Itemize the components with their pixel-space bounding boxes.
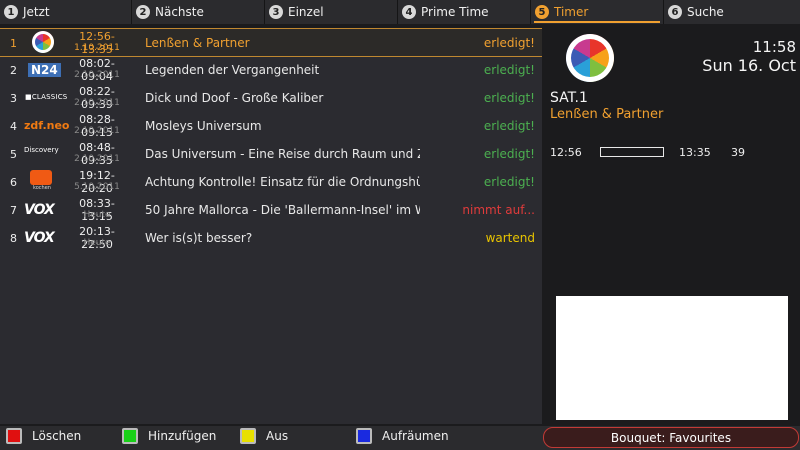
yellow-button[interactable]: Aus bbox=[240, 428, 288, 444]
sat1-logo bbox=[566, 34, 614, 82]
yellow-key-icon bbox=[240, 428, 256, 444]
timer-date: 1.10.2011 bbox=[74, 43, 120, 53]
timer-index: 6 bbox=[10, 176, 17, 189]
info-panel: 11:58 Sun 16. Oct SAT.1 Lenßen & Partner… bbox=[546, 28, 800, 424]
vox-logo: VOX bbox=[24, 230, 55, 246]
clock-date: Sun 16. Oct bbox=[702, 56, 796, 75]
button-bar: Löschen Hinzufügen Aus Aufräumen Bouquet… bbox=[0, 426, 800, 450]
green-button[interactable]: Hinzufügen bbox=[122, 428, 216, 444]
tab-label: Suche bbox=[687, 5, 724, 19]
tab-number-badge: 1 bbox=[4, 5, 18, 19]
timer-row[interactable]: 8 VOX 20:13-22:50 Heute Wer is(s)t besse… bbox=[0, 224, 542, 251]
zdf-neo-logo: zdf.neo bbox=[24, 119, 70, 132]
timer-index: 2 bbox=[10, 64, 17, 77]
timer-title: Dick und Doof - Große Kaliber bbox=[145, 91, 324, 105]
timer-status: erledigt! bbox=[483, 63, 535, 77]
tab-number-badge: 3 bbox=[269, 5, 283, 19]
bouquet-selector[interactable]: Bouquet: Favourites bbox=[543, 427, 799, 448]
timer-status: wartend bbox=[485, 231, 535, 245]
timer-status: erledigt! bbox=[483, 91, 535, 105]
timer-index: 7 bbox=[10, 204, 17, 217]
timer-row[interactable]: 4 zdf.neo 08:28-09:15 2.10.2011 Mosleys … bbox=[0, 112, 542, 139]
tab-number-badge: 6 bbox=[668, 5, 682, 19]
timer-status: erledigt! bbox=[483, 119, 535, 133]
timer-title: Mosleys Universum bbox=[145, 119, 262, 133]
n24-logo: N24 bbox=[24, 58, 64, 80]
discovery-logo: Discovery bbox=[24, 146, 59, 154]
timer-row[interactable]: 5 Discovery 08:48-09:35 2.10.2011 Das Un… bbox=[0, 140, 542, 167]
button-label: Aufräumen bbox=[382, 429, 449, 443]
timer-date: 2.10.2011 bbox=[74, 126, 120, 136]
active-tab-indicator bbox=[534, 21, 660, 23]
tab-label: Prime Time bbox=[421, 5, 489, 19]
sat1-logo bbox=[24, 31, 64, 53]
programme-end: 13:35 bbox=[679, 146, 711, 159]
clock-time: 11:58 bbox=[752, 38, 796, 56]
video-preview bbox=[556, 296, 788, 420]
tab-jetzt[interactable]: 1 Jetzt bbox=[0, 0, 50, 24]
timer-row[interactable]: 3 ■CLASSICS 08:22-09:39 2.10.2011 Dick u… bbox=[0, 84, 542, 111]
timer-date: 5.10.2011 bbox=[74, 182, 120, 192]
tab-label: Timer bbox=[554, 5, 589, 19]
tab-label: Nächste bbox=[155, 5, 204, 19]
tab-bar: 1 Jetzt 2 Nächste 3 Einzel 4 Prime Time … bbox=[0, 0, 800, 24]
timer-title: Wer is(s)t besser? bbox=[145, 231, 253, 245]
red-button[interactable]: Löschen bbox=[6, 428, 81, 444]
timer-title: 50 Jahre Mallorca - Die 'Ballermann-Inse… bbox=[145, 203, 420, 217]
button-label: Löschen bbox=[32, 429, 82, 443]
tab-prime-time[interactable]: 4 Prime Time bbox=[398, 0, 489, 24]
timer-status: erledigt! bbox=[483, 36, 535, 50]
programme-title: Lenßen & Partner bbox=[550, 107, 664, 122]
programme-progress-bar bbox=[600, 147, 664, 157]
tab-label: Einzel bbox=[288, 5, 324, 19]
green-key-icon bbox=[122, 428, 138, 444]
tab-naechste[interactable]: 2 Nächste bbox=[132, 0, 204, 24]
timer-row[interactable]: 6 kochen 19:12-20:20 5.10.2011 Achtung K… bbox=[0, 168, 542, 195]
button-label: Hinzufügen bbox=[148, 429, 217, 443]
timer-date: 2.10.2011 bbox=[74, 70, 120, 80]
kochen-logo: kochen bbox=[24, 170, 64, 192]
timer-row[interactable]: 2 N24 08:02-09:04 2.10.2011 Legenden der… bbox=[0, 56, 542, 83]
timer-title: Achtung Kontrolle! Einsatz für die Ordnu… bbox=[145, 175, 420, 189]
timer-index: 5 bbox=[10, 148, 17, 161]
programme-start: 12:56 bbox=[550, 146, 582, 159]
timer-index: 8 bbox=[10, 232, 17, 245]
timer-list: 1 12:56-13:35 1.10.2011 Lenßen & Partner… bbox=[0, 28, 542, 424]
timer-title: Legenden der Vergangenheit bbox=[145, 63, 320, 77]
timer-row[interactable]: 7 VOX 08:33-13:15 Heute 50 Jahre Mallorc… bbox=[0, 196, 542, 223]
timer-status: erledigt! bbox=[483, 147, 535, 161]
button-label: Aus bbox=[266, 429, 289, 443]
programme-duration: 39 bbox=[731, 146, 745, 159]
tab-number-badge: 4 bbox=[402, 5, 416, 19]
timer-date: Heute bbox=[83, 238, 111, 248]
timer-status: nimmt auf... bbox=[462, 203, 535, 217]
timer-index: 1 bbox=[10, 37, 17, 50]
vox-logo: VOX bbox=[24, 202, 55, 218]
tab-einzel[interactable]: 3 Einzel bbox=[265, 0, 324, 24]
timer-date: 2.10.2011 bbox=[74, 154, 120, 164]
tab-number-badge: 2 bbox=[136, 5, 150, 19]
channel-name: SAT.1 bbox=[550, 90, 588, 106]
timer-date: 2.10.2011 bbox=[74, 98, 120, 108]
tab-number-badge: 5 bbox=[535, 5, 549, 19]
timer-index: 3 bbox=[10, 92, 17, 105]
tab-suche[interactable]: 6 Suche bbox=[664, 0, 724, 24]
kabel-classics-logo: ■CLASSICS bbox=[25, 93, 68, 101]
red-key-icon bbox=[6, 428, 22, 444]
timer-index: 4 bbox=[10, 120, 17, 133]
timer-row[interactable]: 1 12:56-13:35 1.10.2011 Lenßen & Partner… bbox=[0, 28, 542, 57]
timer-title: Das Universum - Eine Reise durch Raum un… bbox=[145, 147, 420, 161]
timer-title: Lenßen & Partner bbox=[145, 36, 250, 50]
blue-key-icon bbox=[356, 428, 372, 444]
timer-status: erledigt! bbox=[483, 175, 535, 189]
tab-label: Jetzt bbox=[23, 5, 50, 19]
timer-date: Heute bbox=[83, 210, 111, 220]
blue-button[interactable]: Aufräumen bbox=[356, 428, 449, 444]
